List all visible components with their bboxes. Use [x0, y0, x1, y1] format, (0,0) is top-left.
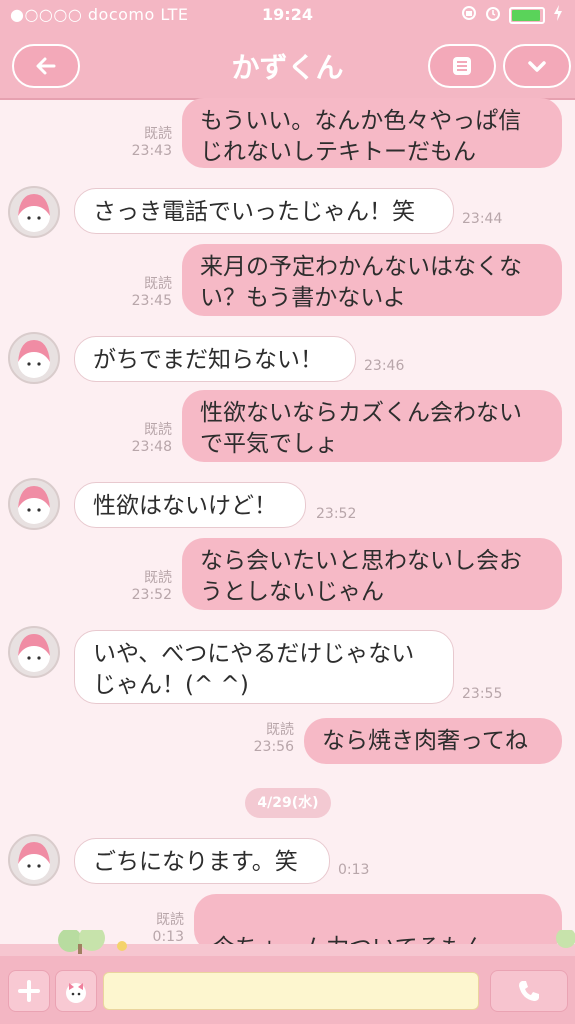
- chat-header: かずくん: [0, 30, 575, 100]
- message-bubble-incoming[interactable]: さっき電話でいったじゃん！笑: [74, 188, 454, 234]
- avatar-icon: [18, 486, 50, 524]
- add-button[interactable]: [8, 970, 50, 1012]
- charging-icon: [553, 5, 563, 25]
- message-time: 23:44: [462, 211, 503, 227]
- menu-button[interactable]: [428, 44, 496, 88]
- message-list[interactable]: 既読 23:43 もういい。なんか色々やっぱ信じれないしテキトーだもん さっき電話…: [0, 98, 575, 948]
- chevron-down-icon: [528, 61, 546, 72]
- alarm-icon: [485, 5, 501, 25]
- avatar-icon: [18, 634, 50, 672]
- battery-icon: [509, 6, 545, 24]
- message-bubble-incoming[interactable]: がちでまだ知らない！: [74, 336, 356, 382]
- message-time: 23:52: [316, 506, 357, 522]
- sticker-button[interactable]: [55, 970, 97, 1012]
- message-bubble-incoming[interactable]: 性欲はないけど！: [74, 482, 306, 528]
- avatar[interactable]: [8, 834, 60, 886]
- message-bubble-outgoing[interactable]: なら焼き肉奢ってね: [304, 718, 562, 764]
- avatar[interactable]: [8, 186, 60, 238]
- message-meta: 既読 23:48: [131, 422, 172, 455]
- expand-button[interactable]: [503, 44, 571, 88]
- message-input[interactable]: [103, 972, 479, 1010]
- avatar[interactable]: [8, 626, 60, 678]
- message-meta: 既読 23:52: [131, 570, 172, 603]
- plus-icon: [18, 980, 40, 1002]
- avatar[interactable]: [8, 478, 60, 530]
- message-bubble-outgoing[interactable]: 性欲ないならカズくん会わないで平気でしょ: [182, 390, 562, 462]
- message-bubble-outgoing[interactable]: もういい。なんか色々やっぱ信じれないしテキトーだもん: [182, 98, 562, 168]
- background-decoration: [0, 925, 575, 956]
- message-time: 23:46: [364, 358, 405, 374]
- message-bubble-incoming[interactable]: ごちになります。笑: [74, 838, 330, 884]
- menu-icon: [453, 57, 471, 75]
- avatar-icon: [18, 842, 50, 880]
- avatar-icon: [18, 194, 50, 232]
- message-bubble-incoming[interactable]: いや、べつにやるだけじゃないじゃん！(^ ^): [74, 630, 454, 704]
- call-button[interactable]: [490, 970, 568, 1012]
- date-divider: 4/29(水): [245, 788, 331, 818]
- message-meta: 既読 23:43: [131, 126, 172, 159]
- phone-icon: [519, 981, 539, 1001]
- message-bubble-outgoing[interactable]: 来月の予定わかんないはなくない？もう書かないよ: [182, 244, 562, 316]
- message-meta: 既読 23:45: [131, 276, 172, 309]
- message-time: 23:55: [462, 686, 503, 702]
- message-time: 0:13: [338, 862, 370, 878]
- rotation-lock-icon: [461, 5, 477, 25]
- status-bar: ●○○○○ docomo LTE 19:24: [0, 0, 575, 30]
- message-bubble-outgoing[interactable]: なら会いたいと思わないし会おうとしないじゃん: [182, 538, 562, 610]
- avatar[interactable]: [8, 332, 60, 384]
- avatar-icon: [18, 340, 50, 378]
- input-bar: [0, 956, 575, 1024]
- message-meta: 既読 23:56: [253, 722, 294, 755]
- sticker-icon: [66, 983, 86, 1003]
- status-icons: [461, 5, 563, 25]
